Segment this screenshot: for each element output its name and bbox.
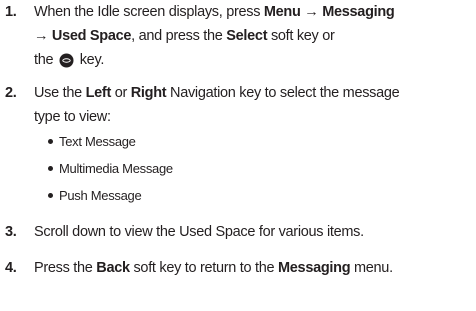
ok-key-icon xyxy=(59,52,74,68)
list-item: Multimedia Message xyxy=(48,160,173,178)
left-term: Left xyxy=(85,85,112,101)
text-run: , and press the xyxy=(131,28,227,44)
step-line: Scroll down to view the Used Space for v… xyxy=(34,224,364,240)
text-run: → xyxy=(300,4,323,20)
step-line: the key. xyxy=(34,48,474,72)
step-text: When the Idle screen displays, press Men… xyxy=(34,0,474,72)
bullet-icon xyxy=(48,166,53,172)
text-run: Press the xyxy=(34,260,97,276)
step-text: Use the Left or Right Navigation key to … xyxy=(34,81,474,129)
text-run: Navigation key to select the message xyxy=(166,85,400,101)
list-item: Push Message xyxy=(48,187,142,205)
step-number: 2. xyxy=(5,85,17,101)
text-run: soft key or xyxy=(267,28,335,44)
text-run: the xyxy=(34,52,57,68)
text-run: key. xyxy=(76,52,105,68)
list-item-label: Multimedia Message xyxy=(59,161,173,176)
back-term: Back xyxy=(96,260,130,276)
text-run: When the Idle screen displays, press xyxy=(34,4,264,20)
step-line: → Used Space, and press the Select soft … xyxy=(34,24,474,48)
step-text: Press the Back soft key to return to the… xyxy=(34,256,474,280)
used-space-term: → Used Space xyxy=(34,28,132,44)
right-term: Right xyxy=(130,85,167,101)
step-number: 4. xyxy=(5,260,17,276)
messaging-term: Messaging xyxy=(322,4,395,20)
list-item-label: Text Message xyxy=(59,134,136,149)
list-item: Text Message xyxy=(48,133,136,151)
text-run: Use the xyxy=(34,85,86,101)
step-line: When the Idle screen displays, press Men… xyxy=(34,0,474,24)
text-run: or xyxy=(111,85,131,101)
list-item-label: Push Message xyxy=(59,188,142,203)
step-number: 3. xyxy=(5,224,17,240)
step-number: 1. xyxy=(5,4,17,20)
step-line: type to view: xyxy=(34,109,111,125)
messaging-term: Messaging xyxy=(278,260,351,276)
step-line: Use the Left or Right Navigation key to … xyxy=(34,81,474,105)
step-text: Scroll down to view the Used Space for v… xyxy=(34,220,474,244)
step-line: Press the Back soft key to return to the… xyxy=(34,256,474,280)
text-run: soft key to return to the xyxy=(129,260,279,276)
menu-term: Menu xyxy=(263,4,301,20)
select-term: Select xyxy=(226,28,268,44)
bullet-icon xyxy=(48,193,53,199)
bullet-icon xyxy=(48,139,53,145)
text-run: menu. xyxy=(350,260,393,276)
